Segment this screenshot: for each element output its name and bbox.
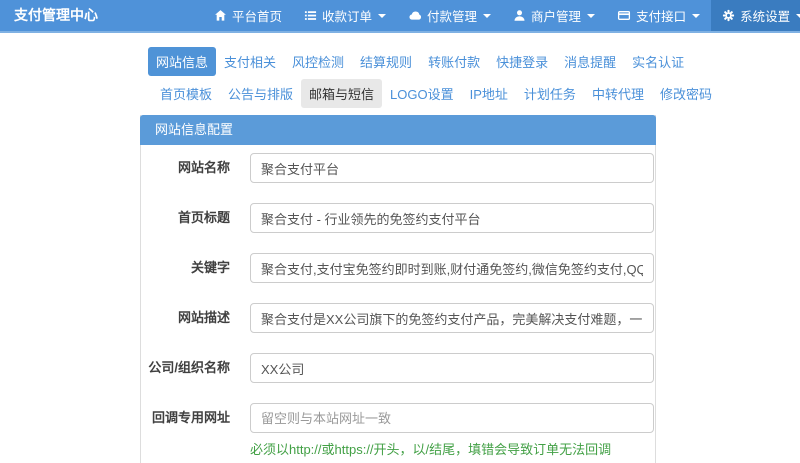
callback-url-label: 回调专用网址 bbox=[151, 410, 230, 425]
tab-ip-address[interactable]: IP地址 bbox=[462, 79, 516, 108]
form-row-site-name: 网站名称 bbox=[141, 153, 655, 183]
tabs-row-1: 网站信息 支付相关 风控检测 结算规则 转账付款 快捷登录 消息提醒 实名认证 bbox=[148, 47, 800, 76]
nav-item-home[interactable]: 平台首页 bbox=[203, 0, 293, 31]
tab-payment-related[interactable]: 支付相关 bbox=[216, 47, 284, 76]
tab-relay-proxy[interactable]: 中转代理 bbox=[584, 79, 652, 108]
tab-message-notify[interactable]: 消息提醒 bbox=[556, 47, 624, 76]
tab-website-info[interactable]: 网站信息 bbox=[148, 47, 217, 76]
website-info-form: 网站名称 首页标题 关键字 网站描述 公司/组织名称 bbox=[141, 145, 655, 463]
site-name-input[interactable] bbox=[250, 153, 654, 183]
keywords-label: 关键字 bbox=[190, 260, 230, 275]
top-navbar: 支付管理中心 平台首页 收款订单 付款管理 商户管理 支付接口 系统设置 bbox=[0, 0, 800, 33]
home-title-input[interactable] bbox=[250, 203, 654, 233]
cloud-icon bbox=[408, 9, 422, 22]
tab-scheduled-tasks[interactable]: 计划任务 bbox=[516, 79, 584, 108]
callback-url-input[interactable] bbox=[250, 403, 654, 433]
site-description-label: 网站描述 bbox=[177, 310, 230, 325]
tab-real-name-auth[interactable]: 实名认证 bbox=[624, 47, 692, 76]
tab-change-password[interactable]: 修改密码 bbox=[652, 79, 720, 108]
chevron-down-icon bbox=[587, 13, 596, 18]
tab-email-sms[interactable]: 邮箱与短信 bbox=[301, 79, 383, 108]
tab-quick-login[interactable]: 快捷登录 bbox=[488, 47, 556, 76]
form-row-keywords: 关键字 bbox=[141, 253, 655, 283]
nav-item-receive-orders[interactable]: 收款订单 bbox=[293, 0, 397, 31]
tab-home-template[interactable]: 首页模板 bbox=[152, 79, 220, 108]
nav-item-system-settings[interactable]: 系统设置 bbox=[711, 0, 800, 31]
tab-settlement-rules[interactable]: 结算规则 bbox=[352, 47, 420, 76]
chevron-down-icon bbox=[378, 13, 387, 18]
tabs-row-2: 首页模板 公告与排版 邮箱与短信 LOGO设置 IP地址 计划任务 中转代理 修… bbox=[152, 79, 800, 108]
company-name-input[interactable] bbox=[250, 353, 654, 383]
credit-card-icon bbox=[617, 9, 631, 22]
tab-transfer-payment[interactable]: 转账付款 bbox=[420, 47, 488, 76]
tab-logo-settings[interactable]: LOGO设置 bbox=[382, 79, 462, 108]
list-icon bbox=[304, 9, 317, 22]
chevron-down-icon bbox=[483, 13, 492, 18]
site-name-label: 网站名称 bbox=[177, 160, 230, 175]
settings-tabs: 网站信息 支付相关 风控检测 结算规则 转账付款 快捷登录 消息提醒 实名认证 … bbox=[148, 47, 800, 108]
company-name-label: 公司/组织名称 bbox=[148, 360, 230, 375]
nav-item-merchant-management[interactable]: 商户管理 bbox=[502, 0, 606, 31]
tab-risk-control[interactable]: 风控检测 bbox=[284, 47, 352, 76]
keywords-input[interactable] bbox=[250, 253, 654, 283]
tab-announcement-layout[interactable]: 公告与排版 bbox=[220, 79, 301, 108]
nav-item-pay-management[interactable]: 付款管理 bbox=[397, 0, 502, 31]
panel-title: 网站信息配置 bbox=[140, 115, 656, 145]
chevron-down-icon bbox=[692, 13, 701, 18]
home-icon bbox=[214, 9, 227, 22]
home-title-label: 首页标题 bbox=[177, 210, 230, 225]
gear-icon bbox=[722, 9, 735, 22]
nav-menu: 平台首页 收款订单 付款管理 商户管理 支付接口 系统设置 bbox=[203, 0, 800, 31]
site-description-input[interactable] bbox=[250, 303, 654, 333]
form-row-company-name: 公司/组织名称 bbox=[141, 353, 655, 383]
app-title: 支付管理中心 bbox=[14, 7, 98, 23]
chevron-down-icon bbox=[796, 13, 800, 18]
form-row-callback-url: 回调专用网址 必须以http://或https://开头，以/结尾，填错会导致订… bbox=[141, 403, 655, 458]
nav-item-payment-interface[interactable]: 支付接口 bbox=[606, 0, 711, 31]
callback-url-hint: 必须以http://或https://开头，以/结尾，填错会导致订单无法回调 bbox=[250, 442, 612, 457]
user-icon bbox=[513, 9, 526, 22]
form-row-site-description: 网站描述 bbox=[141, 303, 655, 333]
website-info-panel: 网站信息配置 网站名称 首页标题 关键字 网站描述 bbox=[140, 115, 656, 463]
form-row-home-title: 首页标题 bbox=[141, 203, 655, 233]
